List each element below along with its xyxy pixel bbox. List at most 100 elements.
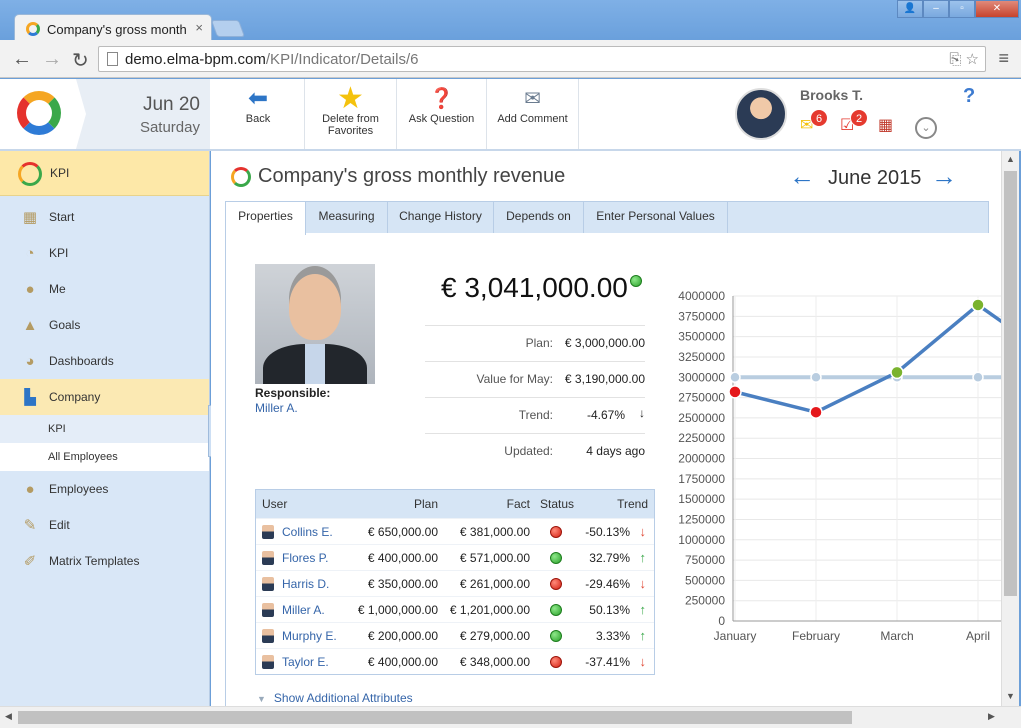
tab-depends-on[interactable]: Depends on: [494, 202, 584, 233]
sidebar-item-employees[interactable]: ● Employees: [0, 471, 209, 507]
tab-title: Company's gross monthly revenue: [47, 22, 187, 37]
reload-icon[interactable]: ↻: [72, 48, 89, 73]
sidebar-item-kpi[interactable]: ◔ KPI: [0, 235, 209, 271]
responsible-name-link[interactable]: Miller A.: [255, 401, 298, 415]
sidebar-item-edit[interactable]: ✎ Edit: [0, 507, 209, 543]
show-additional-attributes-link[interactable]: ▼ Show Additional Attributes: [257, 691, 413, 705]
tab-properties[interactable]: Properties: [226, 202, 306, 235]
sidebar-item-dashboards[interactable]: ◕ Dashboards: [0, 343, 209, 379]
sidebar-section-kpi[interactable]: KPI: [0, 151, 209, 196]
user-name-link[interactable]: Collins E.: [282, 525, 333, 539]
y-tick-label: 1750000: [678, 472, 725, 486]
tab-change-history[interactable]: Change History: [388, 202, 494, 233]
column-trend[interactable]: Trend: [617, 497, 648, 511]
horizontal-scrollbar[interactable]: ◀ ▶: [0, 706, 1021, 728]
table-row[interactable]: Miller A. € 1,000,000.00 € 1,201,000.00 50.…: [256, 596, 654, 622]
sidebar-subitem-kpi[interactable]: KPI: [0, 415, 209, 443]
grid-body: Collins E. € 650,000.00 € 381,000.00 -50.13…: [256, 518, 654, 674]
employees-grid: User Plan Fact Status Trend Collins E. € …: [255, 489, 655, 675]
calendar-icon[interactable]: ▦: [878, 115, 893, 135]
sidebar-item-matrix-templates[interactable]: ✐ Matrix Templates: [0, 543, 209, 579]
trend-down-icon: ↓: [639, 576, 647, 591]
previous-value-row: Value for May: € 3,190,000.00: [425, 361, 645, 397]
tab-enter-personal-values[interactable]: Enter Personal Values: [584, 202, 728, 233]
address-bar[interactable]: demo.elma-bpm.com/KPI/Indicator/Details/…: [98, 46, 986, 72]
previous-period-arrow-icon[interactable]: ←: [789, 163, 815, 189]
minimize-button[interactable]: –: [923, 0, 949, 18]
sidebar-item-me[interactable]: ● Me: [0, 271, 209, 307]
table-row[interactable]: Harris D. € 350,000.00 € 261,000.00 -29.46%…: [256, 570, 654, 596]
url-text[interactable]: demo.elma-bpm.com/KPI/Indicator/Details/…: [125, 51, 418, 68]
table-row[interactable]: Murphy E. € 200,000.00 € 279,000.00 3.33% ↑: [256, 622, 654, 648]
user-avatar[interactable]: [735, 88, 787, 140]
tab-measuring[interactable]: Measuring: [306, 202, 388, 233]
app-header: Jun 20 Saturday ⬅ Back ★ Delete from Fav…: [0, 79, 1021, 151]
elma-logo-icon: [17, 91, 61, 135]
scroll-right-icon[interactable]: ▶: [988, 711, 995, 722]
translate-icon[interactable]: ⎘ ☆: [949, 50, 979, 68]
date-day: Jun 20: [142, 94, 200, 115]
plan-point: [729, 371, 741, 383]
user-avatar-icon: [262, 525, 274, 539]
sidebar-subitem-all-employees[interactable]: All Employees: [0, 443, 209, 471]
current-value: € 3,041,000.00: [441, 272, 628, 303]
mail-icon[interactable]: ✉ 6: [800, 109, 828, 135]
scroll-left-icon[interactable]: ◀: [5, 711, 12, 722]
browser-tab[interactable]: Company's gross monthly revenue ×: [14, 14, 212, 42]
delete-from-favorites-button[interactable]: ★ Delete from Favorites: [305, 79, 397, 149]
status-green-icon: [630, 275, 642, 287]
vertical-scrollbar[interactable]: ▲ ▼: [1001, 151, 1019, 706]
horizontal-scroll-thumb[interactable]: [18, 711, 852, 724]
maximize-button[interactable]: ▫: [949, 0, 975, 18]
sidebar-item-start[interactable]: ▦ Start: [0, 199, 209, 235]
forward-arrow-icon[interactable]: →: [42, 48, 62, 71]
elma-logo[interactable]: [0, 79, 76, 149]
back-button[interactable]: ⬅ Back: [212, 79, 305, 149]
ask-question-button[interactable]: ❓ Ask Question: [397, 79, 487, 149]
tasks-icon[interactable]: ☑ 2: [840, 109, 868, 135]
user-name-link[interactable]: Murphy E.: [282, 629, 337, 643]
close-window-button[interactable]: ✕: [975, 0, 1019, 18]
column-status[interactable]: Status: [540, 497, 574, 511]
user-name-link[interactable]: Taylor E.: [282, 655, 329, 669]
sidebar-item-goals[interactable]: ▲ Goals: [0, 307, 209, 343]
task-count-badge: 2: [850, 109, 868, 127]
sidebar-item-company[interactable]: ▙ Company: [0, 379, 209, 415]
user-name-link[interactable]: Flores P.: [282, 551, 328, 565]
user-profile-icon[interactable]: 👤: [897, 0, 923, 18]
scroll-down-icon[interactable]: ▼: [1006, 691, 1015, 701]
browser-toolbar: ← → ↻ demo.elma-bpm.com/KPI/Indicator/De…: [0, 40, 1021, 78]
chevron-down-icon[interactable]: ⌄: [915, 117, 937, 139]
responsible-label: Responsible:: [255, 386, 331, 400]
browser-menu-icon[interactable]: ≡: [998, 48, 1009, 69]
vertical-scroll-thumb[interactable]: [1004, 171, 1017, 596]
user-name[interactable]: Brooks T.: [800, 87, 863, 103]
arrow-left-icon: ⬅: [247, 85, 269, 112]
table-row[interactable]: Taylor E. € 400,000.00 € 348,000.00 -37.41%…: [256, 648, 654, 674]
plan-cell: € 1,000,000.00: [357, 603, 438, 617]
back-arrow-icon[interactable]: ←: [12, 48, 32, 71]
trend-cell: -37.41%: [585, 655, 630, 669]
y-tick-label: 3250000: [678, 350, 725, 364]
matrix-icon: ✐: [23, 553, 37, 570]
user-name-link[interactable]: Miller A.: [282, 603, 325, 617]
grid-header: User Plan Fact Status Trend: [256, 490, 654, 518]
fact-point: [890, 365, 904, 380]
help-icon[interactable]: ?: [963, 85, 975, 108]
new-tab-button[interactable]: [210, 20, 246, 37]
fact-cell: € 381,000.00: [459, 525, 530, 539]
pie-icon: ◕: [25, 353, 35, 370]
user-name-link[interactable]: Harris D.: [282, 577, 329, 591]
x-tick-label: February: [792, 629, 840, 643]
table-row[interactable]: Collins E. € 650,000.00 € 381,000.00 -50.13…: [256, 518, 654, 544]
plan-point: [810, 371, 822, 383]
scroll-up-icon[interactable]: ▲: [1006, 154, 1015, 164]
close-tab-icon[interactable]: ×: [195, 20, 203, 35]
column-fact[interactable]: Fact: [507, 497, 530, 511]
next-period-arrow-icon[interactable]: →: [931, 163, 957, 189]
column-user[interactable]: User: [262, 497, 287, 511]
column-plan[interactable]: Plan: [414, 497, 438, 511]
add-comment-button[interactable]: ✉ Add Comment: [487, 79, 579, 149]
table-row[interactable]: Flores P. € 400,000.00 € 571,000.00 32.79% ↑: [256, 544, 654, 570]
edit-icon: ✎: [23, 517, 37, 534]
